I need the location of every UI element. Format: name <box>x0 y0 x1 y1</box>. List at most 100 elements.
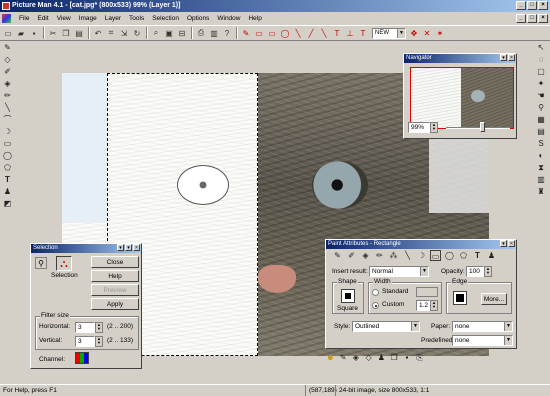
menu-window[interactable]: Window <box>213 15 244 22</box>
zoom-slider-track[interactable] <box>446 127 510 129</box>
color-bars-icon[interactable]: ▤ <box>535 126 547 137</box>
clip-bottom-icon[interactable]: ⎘ <box>414 352 425 363</box>
horizontal-input[interactable]: 3 <box>75 322 95 333</box>
tab-marker-icon[interactable]: ✏ <box>374 250 385 261</box>
custom-width-spinner[interactable]: ▲ ▼ <box>430 300 438 311</box>
curve-tool-icon[interactable]: ⌒ <box>2 114 14 125</box>
pencil-icon[interactable]: ✎ <box>2 42 14 53</box>
panel-pin2-button[interactable]: ▾ <box>125 244 132 251</box>
scanner-icon[interactable]: ▥ <box>208 27 220 39</box>
tab-fill-icon[interactable]: ◈ <box>360 250 371 261</box>
eyedropper-icon[interactable]: ⚲ <box>535 102 547 113</box>
fill-bucket-icon[interactable]: ◈ <box>2 78 14 89</box>
stamp-tool-icon[interactable]: ♟ <box>2 186 14 197</box>
new-file-icon[interactable]: ▭ <box>2 27 14 39</box>
channel-icon[interactable]: ▥ <box>535 174 547 185</box>
doc-close-button[interactable]: × <box>538 14 548 23</box>
zoom-slider-thumb[interactable] <box>480 122 485 132</box>
tab-pencil-icon[interactable]: ✎ <box>332 250 343 261</box>
navigator-pin-button[interactable]: ▾ <box>500 54 507 61</box>
magic-wand-icon[interactable]: ✦ <box>535 78 547 89</box>
edge-preview-icon[interactable] <box>453 291 467 305</box>
navigator-thumbnail[interactable] <box>410 67 514 129</box>
tab-brush-icon[interactable]: ✐ <box>346 250 357 261</box>
insert-result-select[interactable]: Normal ▼ <box>369 266 429 277</box>
vertical-spinner[interactable]: ▲ ▼ <box>95 336 103 347</box>
preview-button[interactable]: Preview <box>91 284 139 296</box>
line-icon[interactable]: ╲ <box>292 27 304 39</box>
tab-stamp-icon[interactable]: ♟ <box>486 250 497 261</box>
custom-width-input[interactable]: 1.2 <box>416 300 430 311</box>
crescent-icon[interactable]: ☽ <box>2 126 14 137</box>
document-icon[interactable] <box>2 13 11 23</box>
opacity-spinner[interactable]: ▲ ▼ <box>484 266 492 277</box>
smiley-icon[interactable]: ☻ <box>325 352 336 363</box>
zoom-out-icon[interactable]: ⊟ <box>176 27 188 39</box>
arrow-select-icon[interactable]: ↖ <box>535 42 547 53</box>
doc-restore-button[interactable]: □ <box>527 14 537 23</box>
close-window-button[interactable]: × <box>538 1 548 10</box>
resize-icon[interactable]: ⇲ <box>118 27 130 39</box>
tab-polygon-icon[interactable]: ⬠ <box>458 250 469 261</box>
tab-line-icon[interactable]: ╲ <box>402 250 413 261</box>
horizontal-spinner[interactable]: ▲ ▼ <box>95 322 103 333</box>
polygon-icon[interactable]: ⬠ <box>2 162 14 173</box>
spiral-icon[interactable]: S <box>535 138 547 149</box>
stamp-bottom-icon[interactable]: ♟ <box>376 352 387 363</box>
marker-icon[interactable]: ✏ <box>2 90 14 101</box>
paint-panel-pin-button[interactable]: ▾ <box>500 240 507 247</box>
eraser-bottom-icon[interactable]: ◇ <box>363 352 374 363</box>
copy-bottom-icon[interactable]: ❐ <box>389 352 400 363</box>
menu-options[interactable]: Options <box>183 15 213 22</box>
close-button[interactable]: Close <box>91 256 139 268</box>
menu-help[interactable]: Help <box>244 15 265 22</box>
brush-tool-icon[interactable]: ✐ <box>2 66 14 77</box>
fit-icon[interactable]: ▣ <box>163 27 175 39</box>
menu-edit[interactable]: Edit <box>33 15 52 22</box>
star-icon[interactable]: ✶ <box>434 27 446 39</box>
menu-selection[interactable]: Selection <box>148 15 183 22</box>
more-button[interactable]: More... <box>481 293 507 305</box>
apply-button[interactable]: Apply <box>91 298 139 310</box>
close-red-icon[interactable]: ✕ <box>421 27 433 39</box>
brush-icon[interactable]: ╱ <box>305 27 317 39</box>
undo-icon[interactable]: ↶ <box>92 27 104 39</box>
rectangle-tool-icon[interactable]: ▭ <box>253 27 265 39</box>
stamp-right-icon[interactable]: ♜ <box>535 186 547 197</box>
circle-icon[interactable]: ◯ <box>2 150 14 161</box>
line-tool-icon[interactable]: ╲ <box>2 102 14 113</box>
text-tool-icon[interactable]: T <box>331 27 343 39</box>
tab-spray-icon[interactable]: ⁂ <box>388 250 399 261</box>
panel-pin-button[interactable]: ▾ <box>117 244 124 251</box>
hourglass-icon[interactable]: ⧗ <box>535 162 547 173</box>
square-shape-icon[interactable] <box>341 289 355 303</box>
move-icon[interactable]: ✥ <box>408 27 420 39</box>
selection-tool-icon[interactable]: ⚲ <box>35 257 47 269</box>
lasso-icon[interactable]: ◌ <box>535 54 547 65</box>
color-swatch-icon[interactable]: ◩ <box>2 198 14 209</box>
gradient-icon[interactable]: ▦ <box>535 114 547 125</box>
eraser-icon[interactable]: ◇ <box>2 54 14 65</box>
channel-rgb-icon[interactable] <box>75 352 89 364</box>
zoom-spinner[interactable]: ▲ ▼ <box>430 122 438 133</box>
paper-select[interactable]: none ▼ <box>452 321 513 332</box>
paint-panel-close-button[interactable]: × <box>508 240 515 247</box>
custom-radio[interactable] <box>372 302 379 309</box>
panel-close-button[interactable]: × <box>133 244 140 251</box>
minimize-button[interactable]: _ <box>516 1 526 10</box>
menu-tools[interactable]: Tools <box>125 15 148 22</box>
style-select[interactable]: Outlined ▼ <box>352 321 420 332</box>
tab-rectangle-icon[interactable]: ▭ <box>430 250 441 261</box>
zoom-icon[interactable]: ⌕ <box>150 27 162 39</box>
opacity-input[interactable]: 100 <box>466 266 484 277</box>
menu-view[interactable]: View <box>53 15 75 22</box>
cut-icon[interactable]: ✂ <box>47 27 59 39</box>
fill-bottom-icon[interactable]: ◈ <box>351 352 362 363</box>
vertical-input[interactable]: 3 <box>75 336 95 347</box>
predefined-select[interactable]: none ▼ <box>452 335 513 346</box>
menu-layer[interactable]: Layer <box>101 15 125 22</box>
print-icon[interactable]: ⎙ <box>195 27 207 39</box>
menu-image[interactable]: Image <box>75 15 101 22</box>
paste-icon[interactable]: ▤ <box>73 27 85 39</box>
open-folder-icon[interactable]: ▰ <box>15 27 27 39</box>
